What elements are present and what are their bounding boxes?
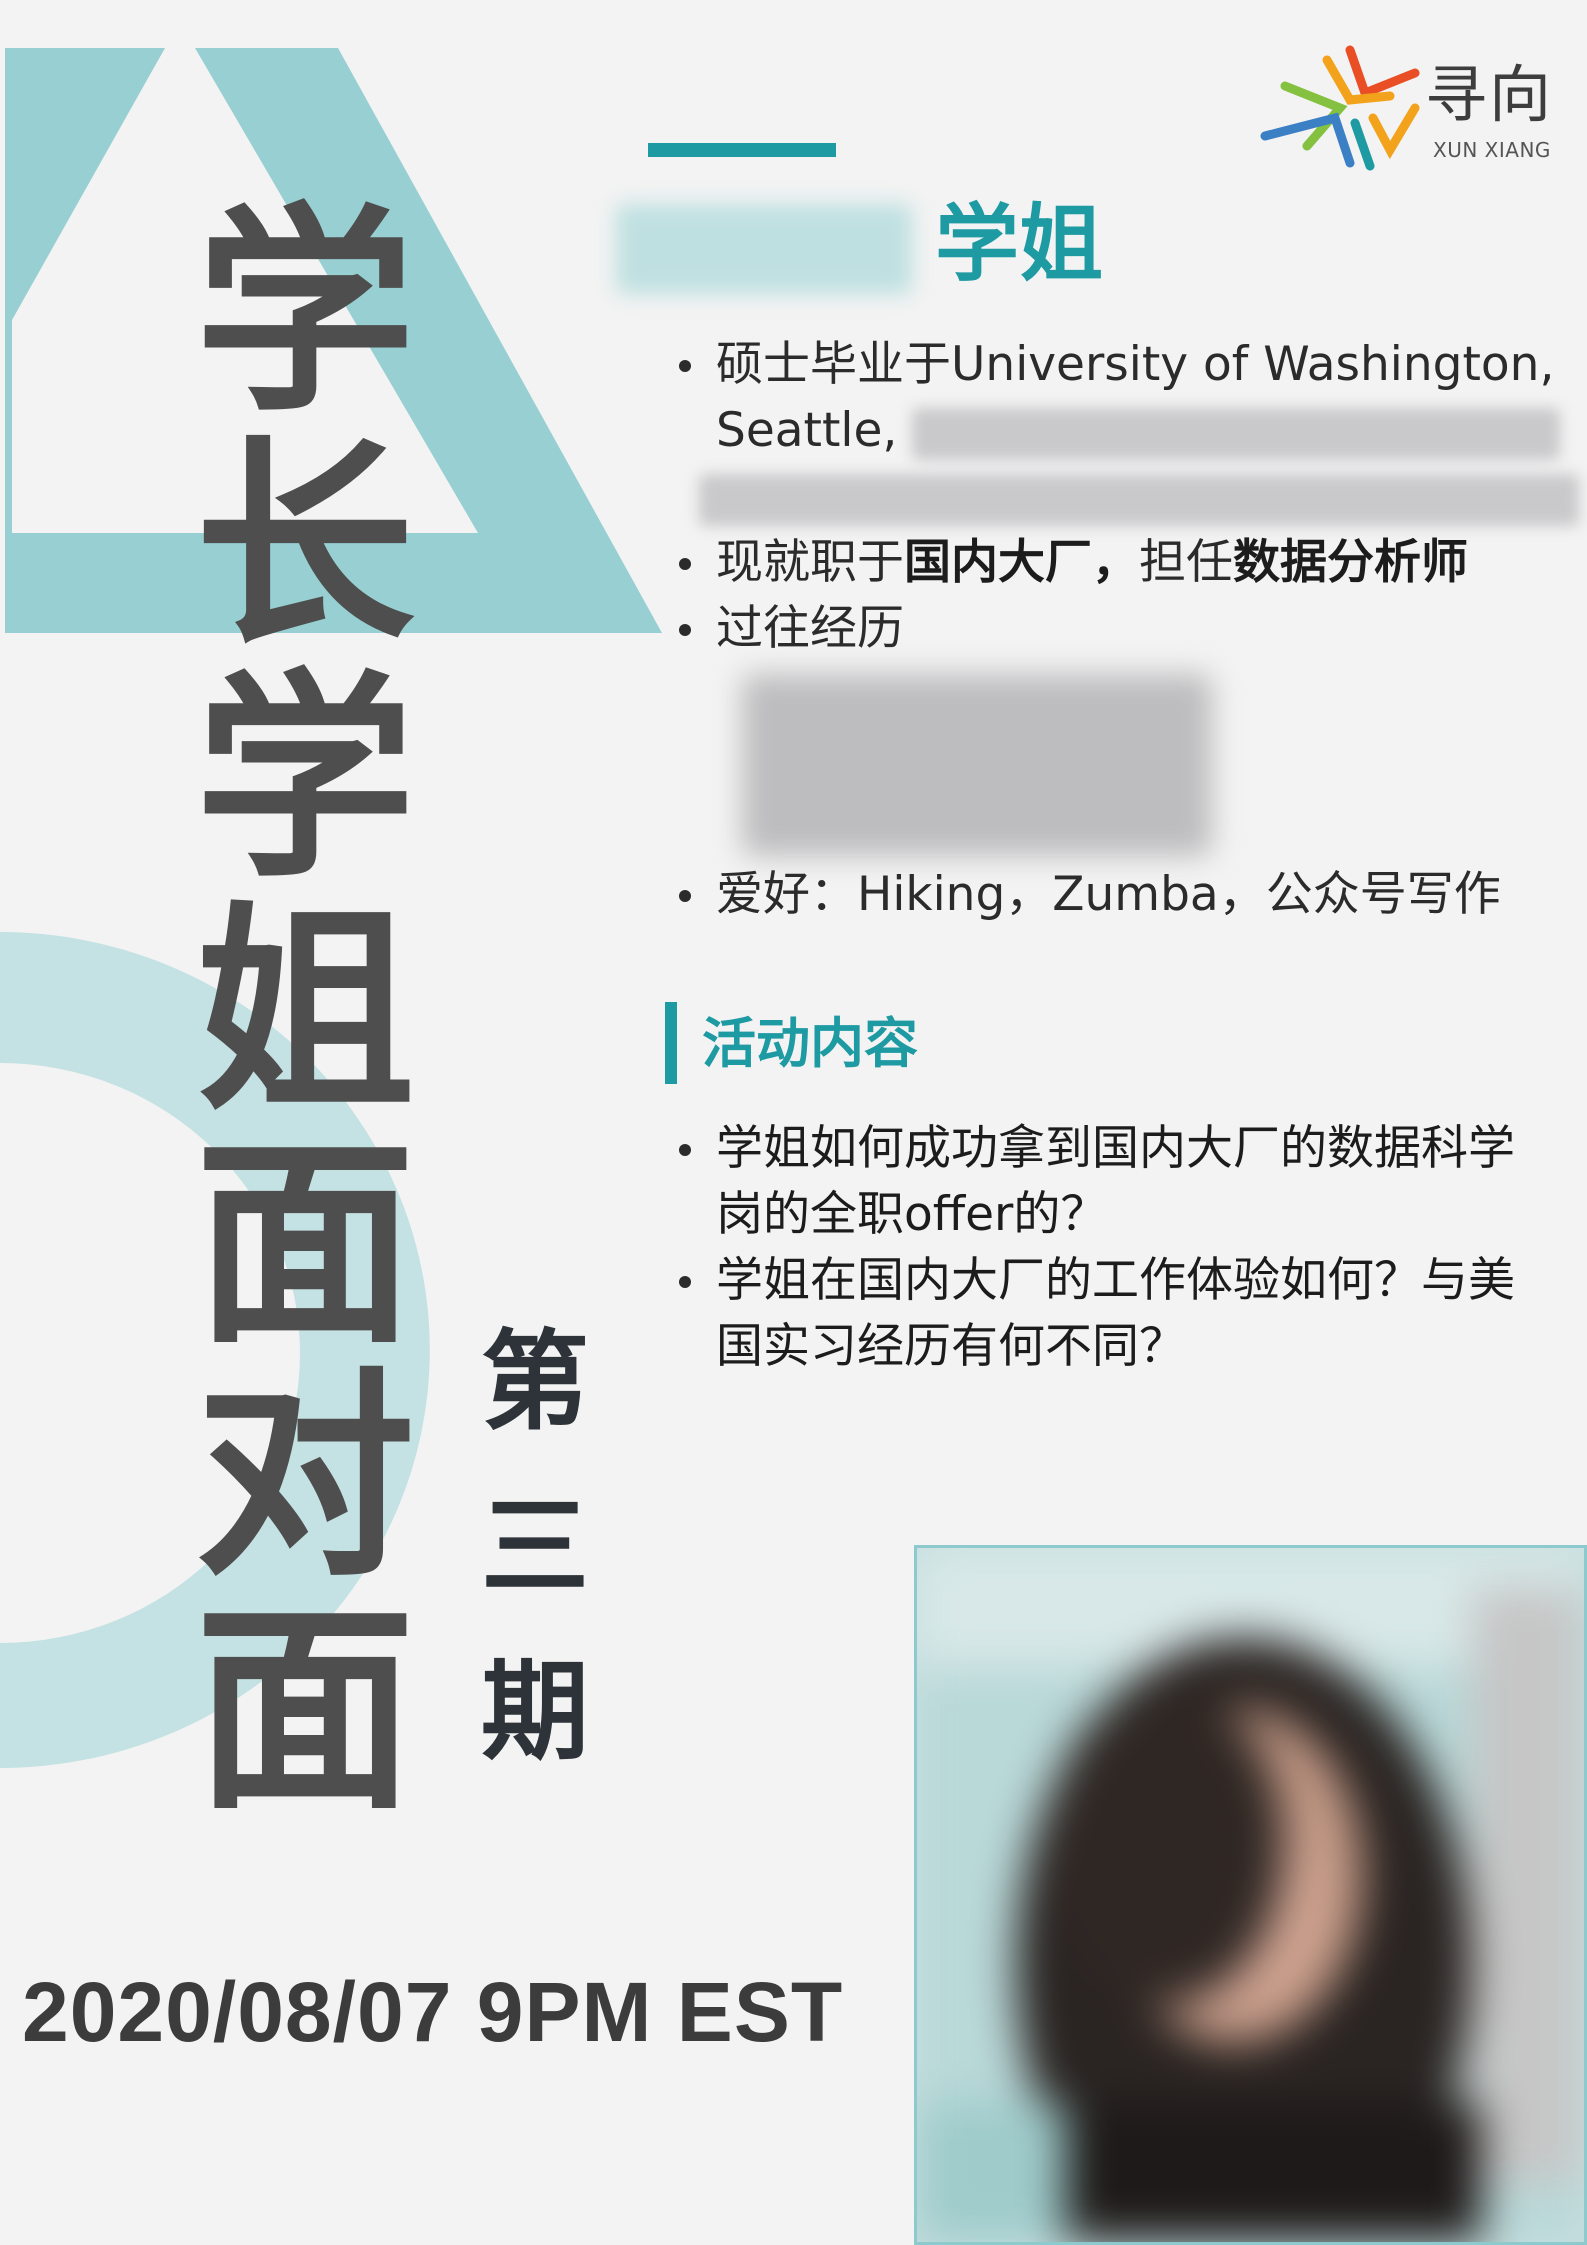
job-company: 国内大厂， <box>904 535 1139 590</box>
title-char: 长 <box>194 415 415 674</box>
redacted-text <box>912 407 1561 460</box>
activity-heading-bar <box>665 1002 677 1084</box>
issue-number: 第 三 期 <box>470 1300 600 1795</box>
hobbies-text: 爱好：Hiking，Zumba，公众号写作 <box>716 867 1501 922</box>
job-item: 现就职于国内大厂，担任数据分析师 <box>672 530 1572 596</box>
history-label: 过往经历 <box>716 601 904 656</box>
issue-char: 三 <box>480 1484 589 1610</box>
profile-name-suffix: 学姐 <box>935 194 1104 293</box>
title-char: 姐 <box>194 881 415 1140</box>
title-char: 对 <box>194 1347 415 1606</box>
activity-item: 学姐在国内大厂的工作体验如何？与美国实习经历有何不同？ <box>672 1248 1542 1380</box>
title-char: 学 <box>194 182 415 441</box>
job-title: 数据分析师 <box>1233 535 1468 590</box>
education-item: 硕士毕业于University of Washington, Seattle, <box>672 332 1572 464</box>
blurred-portrait-image <box>917 1548 1584 2242</box>
profile-bullets: 硕士毕业于University of Washington, Seattle, … <box>672 332 1579 928</box>
redacted-name <box>616 204 912 294</box>
history-item: 过往经历 <box>672 596 1572 662</box>
title-char: 学 <box>194 648 415 907</box>
hobbies-item: 爱好：Hiking，Zumba，公众号写作 <box>672 862 1572 928</box>
education-line-2: Seattle, <box>716 403 898 458</box>
redacted-text <box>699 474 1579 526</box>
job-mid: 担任 <box>1139 535 1233 590</box>
speaker-photo <box>914 1545 1587 2245</box>
activity-heading: 活动内容 <box>702 1011 918 1075</box>
activity-list: 学姐如何成功拿到国内大厂的数据科学岗的全职offer的？ 学姐在国内大厂的工作体… <box>672 1116 1542 1380</box>
activity-item: 学姐如何成功拿到国内大厂的数据科学岗的全职offer的？ <box>672 1116 1542 1248</box>
title-char: 面 <box>194 1580 415 1839</box>
logo-subtitle: XUN XIANG <box>1433 138 1551 162</box>
education-line-1: 硕士毕业于University of Washington, <box>716 337 1555 392</box>
title-char: 面 <box>194 1114 415 1373</box>
accent-bar <box>648 143 836 157</box>
event-title: 学 长 学 姐 面 对 面 <box>175 195 435 1826</box>
event-date: 2020/08/07 9PM EST <box>22 1965 844 2059</box>
job-prefix: 现就职于 <box>716 535 904 590</box>
issue-char: 期 <box>480 1649 589 1775</box>
issue-char: 第 <box>480 1319 589 1445</box>
logo-name: 寻向 <box>1425 58 1554 131</box>
redacted-block <box>742 674 1212 856</box>
redacted-history <box>672 662 1572 862</box>
redacted-line-row <box>672 464 1579 530</box>
